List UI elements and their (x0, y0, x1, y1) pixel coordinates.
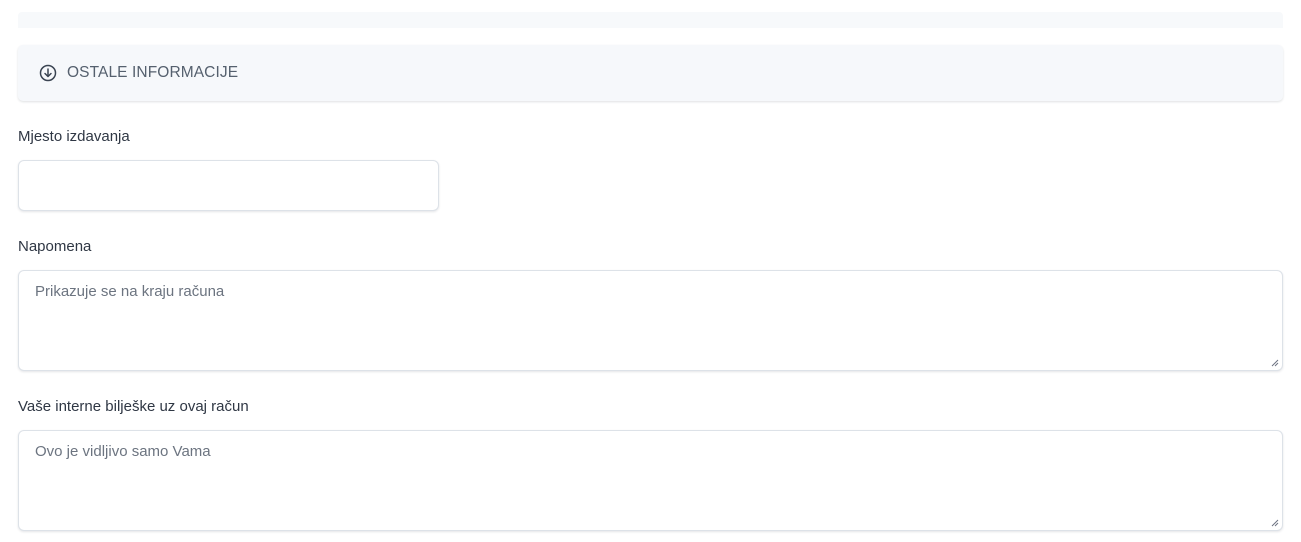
resize-handle-icon[interactable] (1270, 518, 1279, 527)
internal-notes-textarea[interactable] (18, 430, 1283, 531)
note-field (18, 270, 1283, 371)
place-of-issue-input[interactable] (18, 160, 439, 211)
section-title: OSTALE INFORMACIJE (67, 64, 239, 81)
note-label: Napomena (18, 238, 92, 255)
internal-notes-label: Vaše interne bilješke uz ovaj račun (18, 398, 249, 415)
previous-section-edge (18, 12, 1283, 28)
arrow-circle-down-icon (39, 64, 57, 82)
note-textarea[interactable] (18, 270, 1283, 371)
resize-handle-icon[interactable] (1270, 358, 1279, 367)
internal-notes-field (18, 430, 1283, 531)
place-of-issue-label: Mjesto izdavanja (18, 128, 130, 145)
section-header-other-info[interactable]: OSTALE INFORMACIJE (18, 45, 1283, 101)
